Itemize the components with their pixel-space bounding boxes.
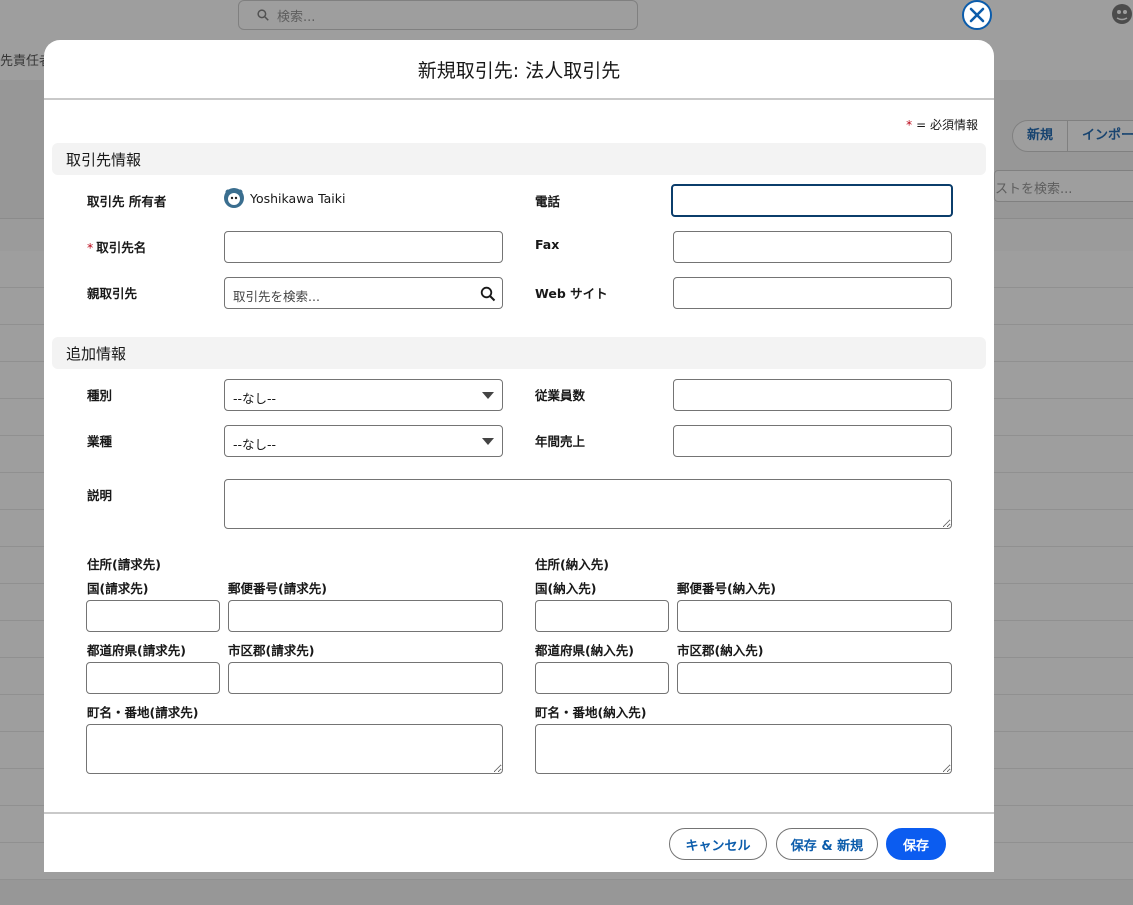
type-select[interactable]: --なし--: [224, 379, 503, 411]
modal-footer: キャンセル 保存 & 新規 保存: [44, 812, 994, 872]
parent-account-lookup[interactable]: 取引先を検索...: [224, 277, 503, 309]
section-title: 追加情報: [66, 345, 127, 363]
owner-avatar-icon: [224, 188, 244, 208]
shipping-address-heading: 住所(納入先): [535, 557, 609, 572]
parent-account-label: 親取引先: [87, 286, 138, 301]
new-account-modal: 新規取引先: 法人取引先 * = 必須情報 取引先情報 取引先 所有者 Yoshi…: [44, 40, 994, 872]
search-icon: [480, 286, 496, 302]
employees-input[interactable]: [673, 379, 952, 411]
shipping-city-input[interactable]: [677, 662, 952, 694]
cancel-button[interactable]: キャンセル: [669, 828, 767, 860]
account-name-label-text: 取引先名: [96, 240, 147, 255]
description-label: 説明: [87, 488, 113, 503]
modal-title: 新規取引先: 法人取引先: [417, 59, 621, 82]
billing-state-input[interactable]: [86, 662, 220, 694]
fax-input[interactable]: [673, 231, 952, 263]
required-star: *: [906, 118, 913, 132]
shipping-city-label: 市区郡(納入先): [677, 643, 764, 658]
fax-label: Fax: [535, 237, 560, 252]
required-legend: * = 必須情報: [906, 116, 978, 133]
parent-account-placeholder: 取引先を検索...: [233, 289, 320, 304]
description-textarea[interactable]: [224, 479, 952, 529]
revenue-label: 年間売上: [535, 434, 586, 449]
phone-input[interactable]: [671, 184, 953, 217]
owner-label: 取引先 所有者: [87, 194, 167, 209]
shipping-street-label: 町名・番地(納入先): [535, 705, 647, 720]
phone-label: 電話: [535, 194, 561, 209]
shipping-postal-label: 郵便番号(納入先): [677, 581, 776, 596]
section-additional-info[interactable]: 追加情報: [52, 337, 986, 369]
owner-name[interactable]: Yoshikawa Taiki: [250, 191, 345, 206]
owner-value: Yoshikawa Taiki: [224, 188, 345, 208]
close-modal-button[interactable]: [962, 0, 992, 30]
billing-postal-label: 郵便番号(請求先): [228, 581, 327, 596]
type-selected-value: --なし--: [233, 391, 277, 406]
chevron-down-icon: [482, 392, 494, 399]
revenue-input[interactable]: [673, 425, 952, 457]
billing-street-textarea[interactable]: [86, 724, 503, 774]
required-star: *: [87, 240, 94, 255]
website-input[interactable]: [673, 277, 952, 309]
billing-postal-input[interactable]: [228, 600, 503, 632]
shipping-street-textarea[interactable]: [535, 724, 952, 774]
shipping-state-label: 都道府県(納入先): [535, 643, 634, 658]
billing-address-heading: 住所(請求先): [87, 557, 161, 572]
billing-state-label: 都道府県(請求先): [87, 643, 186, 658]
type-label: 種別: [87, 388, 113, 403]
modal-header: 新規取引先: 法人取引先: [44, 40, 994, 100]
billing-city-input[interactable]: [228, 662, 503, 694]
close-icon: [969, 7, 985, 23]
save-and-new-button[interactable]: 保存 & 新規: [776, 828, 878, 860]
section-title: 取引先情報: [66, 151, 142, 169]
industry-label: 業種: [87, 434, 113, 449]
shipping-country-label: 国(納入先): [535, 581, 597, 596]
account-name-label: * 取引先名: [87, 237, 146, 256]
save-button[interactable]: 保存: [886, 828, 946, 860]
industry-select[interactable]: --なし--: [224, 425, 503, 457]
section-account-info[interactable]: 取引先情報: [52, 143, 986, 175]
billing-country-input[interactable]: [86, 600, 220, 632]
shipping-country-input[interactable]: [535, 600, 669, 632]
shipping-state-input[interactable]: [535, 662, 669, 694]
chevron-down-icon: [482, 438, 494, 445]
employees-label: 従業員数: [535, 388, 586, 403]
billing-street-label: 町名・番地(請求先): [87, 705, 199, 720]
account-name-input[interactable]: [224, 231, 503, 263]
billing-country-label: 国(請求先): [87, 581, 149, 596]
billing-city-label: 市区郡(請求先): [228, 643, 315, 658]
required-legend-text: = 必須情報: [916, 118, 978, 132]
shipping-postal-input[interactable]: [677, 600, 952, 632]
industry-selected-value: --なし--: [233, 437, 277, 452]
website-label: Web サイト: [535, 286, 608, 301]
